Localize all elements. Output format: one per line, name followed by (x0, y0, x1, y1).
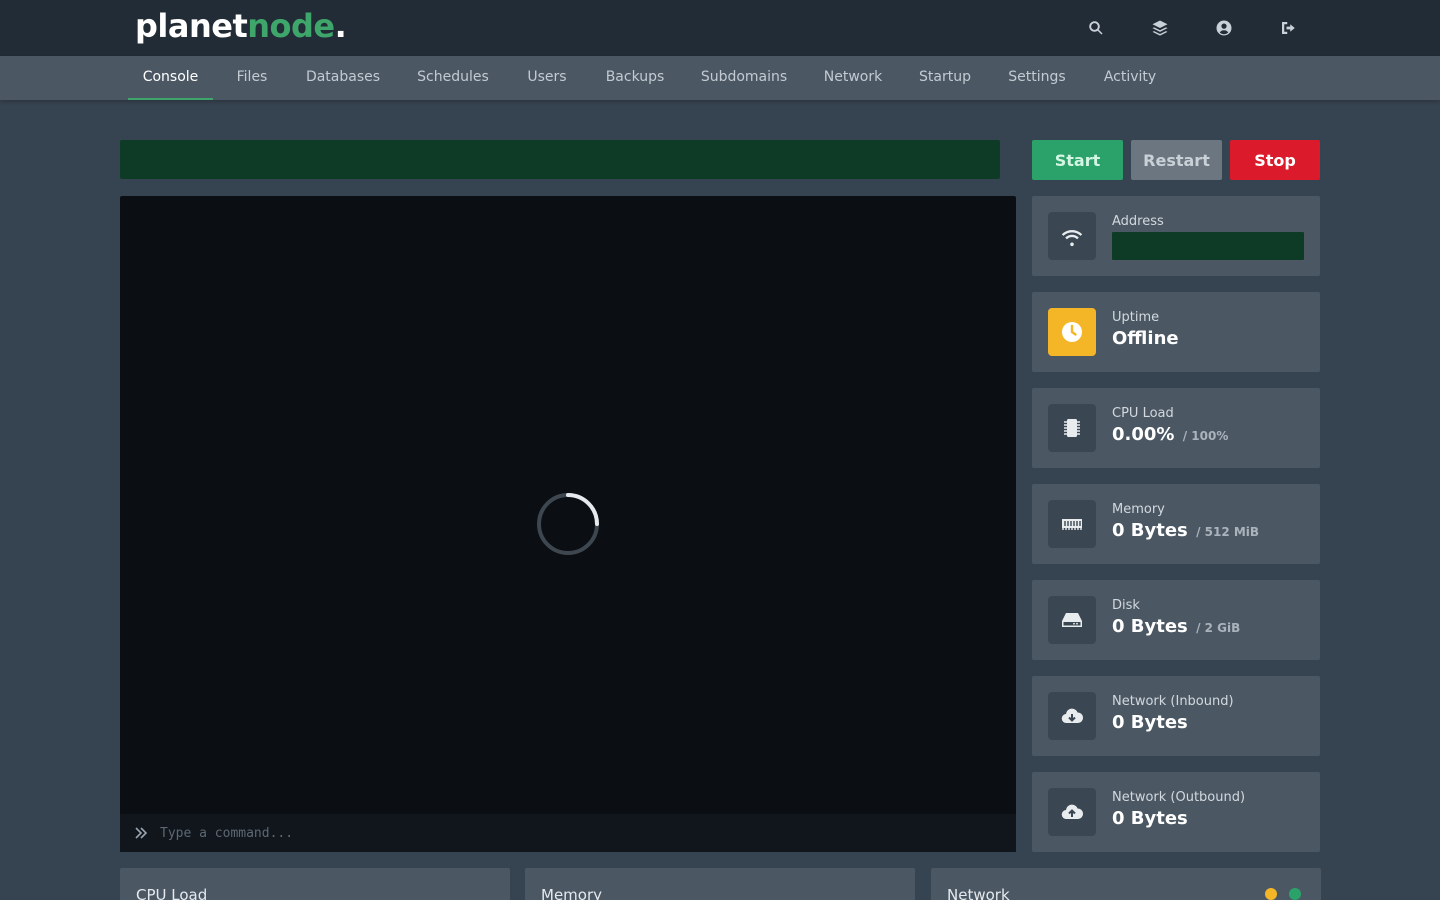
disk-card: Disk 0 Bytes / 2 GiB (1032, 580, 1320, 660)
network-inbound-value: 0 Bytes (1112, 712, 1188, 733)
tab-console[interactable]: Console (128, 56, 213, 100)
tab-subdomains[interactable]: Subdomains (693, 56, 795, 100)
wifi-icon (1048, 212, 1096, 260)
address-card: Address (1032, 196, 1320, 276)
disk-limit: / 2 GiB (1196, 621, 1241, 635)
loading-spinner-icon (537, 493, 599, 555)
server-nav: Console Files Databases Schedules Users … (0, 56, 1440, 100)
console-terminal[interactable] (120, 196, 1016, 852)
user-circle-icon[interactable] (1210, 14, 1238, 42)
memory-label: Memory (1112, 502, 1165, 517)
tab-schedules[interactable]: Schedules (407, 56, 499, 100)
inbound-legend-icon (1265, 888, 1277, 900)
outbound-legend-icon (1289, 888, 1301, 900)
tab-activity[interactable]: Activity (1094, 56, 1166, 100)
cpu-label: CPU Load (1112, 406, 1174, 421)
tab-network[interactable]: Network (813, 56, 893, 100)
cpu-card: CPU Load 0.00% / 100% (1032, 388, 1320, 468)
memory-graph-card: Memory (525, 868, 915, 900)
search-icon[interactable] (1082, 14, 1110, 42)
address-label: Address (1112, 214, 1164, 229)
cloud-download-icon (1048, 692, 1096, 740)
network-outbound-card: Network (Outbound) 0 Bytes (1032, 772, 1320, 852)
network-outbound-value: 0 Bytes (1112, 808, 1188, 829)
tab-users[interactable]: Users (517, 56, 577, 100)
sign-out-icon[interactable] (1274, 14, 1302, 42)
disk-value: 0 Bytes / 2 GiB (1112, 616, 1241, 637)
network-inbound-label: Network (Inbound) (1112, 694, 1234, 709)
command-input[interactable] (160, 822, 1000, 844)
hard-drive-icon (1048, 596, 1096, 644)
network-graph-title: Network (947, 886, 1010, 900)
memory-limit: / 512 MiB (1196, 525, 1260, 539)
network-outbound-label: Network (Outbound) (1112, 790, 1246, 805)
tab-backups[interactable]: Backups (595, 56, 675, 100)
command-bar (120, 814, 1016, 852)
cloud-upload-icon (1048, 788, 1096, 836)
cpu-limit: / 100% (1182, 429, 1229, 443)
memory-value: 0 Bytes / 512 MiB (1112, 520, 1260, 541)
clock-icon (1048, 308, 1096, 356)
tab-databases[interactable]: Databases (296, 56, 390, 100)
chevron-right-double-icon (135, 827, 148, 839)
stop-button[interactable]: Stop (1230, 140, 1320, 180)
network-inbound-card: Network (Inbound) 0 Bytes (1032, 676, 1320, 756)
uptime-value: Offline (1112, 328, 1179, 349)
microchip-icon (1048, 404, 1096, 452)
network-graph-card: Network (931, 868, 1321, 900)
server-status-banner (120, 140, 1000, 179)
tab-startup[interactable]: Startup (910, 56, 980, 100)
layers-icon[interactable] (1146, 14, 1174, 42)
uptime-label: Uptime (1112, 310, 1160, 325)
top-bar: planetnode. (0, 0, 1440, 56)
brand-logo[interactable]: planetnode. (135, 4, 347, 48)
cpu-value: 0.00% / 100% (1112, 424, 1229, 445)
cpu-graph-title: CPU Load (136, 886, 208, 900)
memory-card: Memory 0 Bytes / 512 MiB (1032, 484, 1320, 564)
memory-graph-title: Memory (541, 886, 603, 900)
memory-icon (1048, 500, 1096, 548)
uptime-card: Uptime Offline (1032, 292, 1320, 372)
start-button[interactable]: Start (1032, 140, 1123, 180)
address-value[interactable] (1112, 232, 1304, 260)
disk-label: Disk (1112, 598, 1140, 613)
tab-files[interactable]: Files (225, 56, 279, 100)
restart-button[interactable]: Restart (1131, 140, 1222, 180)
cpu-graph-card: CPU Load (120, 868, 510, 900)
tab-settings[interactable]: Settings (998, 56, 1076, 100)
